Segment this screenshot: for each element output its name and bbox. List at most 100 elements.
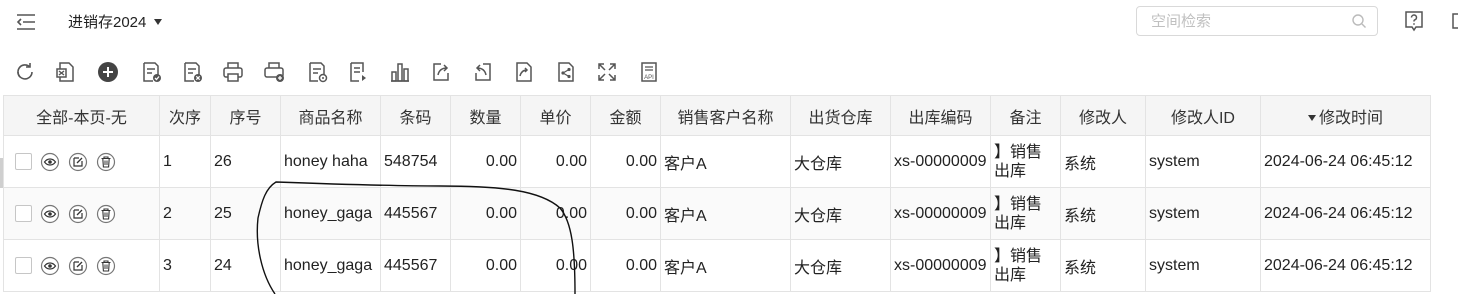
search-input[interactable] bbox=[1137, 7, 1351, 35]
space-title: 进销存2024 bbox=[68, 14, 147, 31]
view-icon[interactable] bbox=[40, 204, 60, 224]
view-icon[interactable] bbox=[40, 152, 60, 172]
space-search bbox=[1136, 6, 1378, 36]
add-circle-icon[interactable] bbox=[96, 60, 120, 84]
cell-product-name: honey haha bbox=[280, 135, 381, 188]
cell-modifier: 系统 bbox=[1060, 239, 1146, 292]
cell-order: 3 bbox=[159, 239, 211, 292]
column-header-order[interactable]: 次序 bbox=[159, 95, 211, 136]
cell-unit-price: 0.00 bbox=[520, 239, 591, 292]
column-header-remark[interactable]: 备注 bbox=[990, 95, 1061, 136]
column-header-modified-time[interactable]: 修改时间 bbox=[1260, 95, 1431, 136]
cell-barcode: 445567 bbox=[380, 239, 451, 292]
cell-quantity: 0.00 bbox=[450, 135, 521, 188]
search-icon[interactable] bbox=[1351, 13, 1367, 29]
cell-customer: 客户A bbox=[660, 239, 791, 292]
cell-remark: 】销售出库 bbox=[990, 187, 1061, 240]
bar-chart-icon[interactable] bbox=[388, 60, 412, 84]
cell-warehouse: 大仓库 bbox=[790, 187, 891, 240]
delete-icon[interactable] bbox=[96, 152, 116, 172]
column-header-barcode[interactable]: 条码 bbox=[380, 95, 451, 136]
view-icon[interactable] bbox=[40, 256, 60, 276]
notification-icon[interactable] bbox=[1450, 9, 1458, 33]
cell-outbound-code: xs-00000009 bbox=[890, 239, 991, 292]
cell-amount: 0.00 bbox=[590, 239, 661, 292]
cell-remark: 】销售出库 bbox=[990, 135, 1061, 188]
column-header-unit-price[interactable]: 单价 bbox=[520, 95, 591, 136]
delete-icon[interactable] bbox=[96, 204, 116, 224]
import-icon[interactable] bbox=[471, 60, 495, 84]
modified-time-label: 修改时间 bbox=[1318, 109, 1383, 127]
space-selector[interactable]: 进销存2024 bbox=[68, 11, 163, 32]
column-header-modifier-id[interactable]: 修改人ID bbox=[1145, 95, 1261, 136]
cell-outbound-code: xs-00000009 bbox=[890, 135, 991, 188]
column-header-modifier[interactable]: 修改人 bbox=[1060, 95, 1146, 136]
share-export-icon[interactable] bbox=[429, 60, 453, 84]
row-checkbox[interactable] bbox=[15, 205, 32, 222]
column-header-product-name[interactable]: 商品名称 bbox=[280, 95, 381, 136]
column-header-outbound-code[interactable]: 出库编码 bbox=[890, 95, 991, 136]
cell-seq: 24 bbox=[210, 239, 281, 292]
column-header-warehouse[interactable]: 出货仓库 bbox=[790, 95, 891, 136]
menu-collapse-icon[interactable] bbox=[14, 10, 38, 34]
cell-order: 1 bbox=[159, 135, 211, 188]
cell-modifier-id: system bbox=[1145, 135, 1261, 188]
table-header: 全部-本页-无 次序 序号 商品名称 条码 数量 单价 金额 销售客户名称 出货… bbox=[3, 95, 1431, 136]
edit-icon[interactable] bbox=[68, 204, 88, 224]
cell-barcode: 548754 bbox=[380, 135, 451, 188]
column-header-quantity[interactable]: 数量 bbox=[450, 95, 521, 136]
cell-product-name: honey_gaga bbox=[280, 239, 381, 292]
caret-down-icon bbox=[154, 18, 163, 25]
row-checkbox[interactable] bbox=[15, 257, 32, 274]
cell-remark: 】销售出库 bbox=[990, 239, 1061, 292]
doc-forward-icon[interactable] bbox=[346, 60, 370, 84]
share-doc-icon[interactable] bbox=[554, 60, 578, 84]
cell-quantity: 0.00 bbox=[450, 187, 521, 240]
cell-seq: 26 bbox=[210, 135, 281, 188]
column-header-amount[interactable]: 金额 bbox=[590, 95, 661, 136]
column-header-seq[interactable]: 序号 bbox=[210, 95, 281, 136]
cell-unit-price: 0.00 bbox=[520, 135, 591, 188]
cell-outbound-code: xs-00000009 bbox=[890, 187, 991, 240]
print-icon[interactable] bbox=[221, 60, 245, 84]
cell-seq: 25 bbox=[210, 187, 281, 240]
cell-modifier-id: system bbox=[1145, 239, 1261, 292]
print-settings-icon[interactable] bbox=[305, 60, 329, 84]
column-header-customer[interactable]: 销售客户名称 bbox=[660, 95, 791, 136]
cell-modifier: 系统 bbox=[1060, 187, 1146, 240]
approve-doc-icon[interactable] bbox=[139, 60, 163, 84]
toolbar: API bbox=[0, 52, 1458, 92]
cell-modified-time: 2024-06-24 06:45:12 bbox=[1260, 239, 1431, 292]
table-row[interactable]: 2 25 honey_gaga 445567 0.00 0.00 0.00 客户… bbox=[3, 187, 1431, 240]
cell-product-name: honey_gaga bbox=[280, 187, 381, 240]
edit-icon[interactable] bbox=[68, 256, 88, 276]
row-checkbox[interactable] bbox=[15, 153, 32, 170]
cell-modifier: 系统 bbox=[1060, 135, 1146, 188]
api-icon[interactable]: API bbox=[637, 60, 661, 84]
select-scope-header[interactable]: 全部-本页-无 bbox=[3, 95, 160, 136]
cell-barcode: 445567 bbox=[380, 187, 451, 240]
row-actions-cell bbox=[3, 187, 160, 240]
row-actions-cell bbox=[3, 239, 160, 292]
edit-icon[interactable] bbox=[68, 152, 88, 172]
excel-export-icon[interactable] bbox=[54, 60, 78, 84]
cell-customer: 客户A bbox=[660, 135, 791, 188]
sort-desc-icon bbox=[1307, 115, 1316, 122]
cell-amount: 0.00 bbox=[590, 187, 661, 240]
refresh-icon[interactable] bbox=[13, 60, 37, 84]
row-actions-cell bbox=[3, 135, 160, 188]
cell-unit-price: 0.00 bbox=[520, 187, 591, 240]
fullscreen-icon[interactable] bbox=[595, 60, 619, 84]
table-row[interactable]: 3 24 honey_gaga 445567 0.00 0.00 0.00 客户… bbox=[3, 239, 1431, 292]
cell-customer: 客户A bbox=[660, 187, 791, 240]
delete-doc-icon[interactable] bbox=[180, 60, 204, 84]
cell-quantity: 0.00 bbox=[450, 239, 521, 292]
export-doc-icon[interactable] bbox=[512, 60, 536, 84]
api-icon-label: API bbox=[644, 75, 654, 81]
cell-amount: 0.00 bbox=[590, 135, 661, 188]
help-icon[interactable] bbox=[1402, 9, 1426, 33]
data-table: 全部-本页-无 次序 序号 商品名称 条码 数量 单价 金额 销售客户名称 出货… bbox=[3, 95, 1431, 292]
delete-icon[interactable] bbox=[96, 256, 116, 276]
table-row[interactable]: 1 26 honey haha 548754 0.00 0.00 0.00 客户… bbox=[3, 135, 1431, 188]
print-add-icon[interactable] bbox=[262, 60, 286, 84]
